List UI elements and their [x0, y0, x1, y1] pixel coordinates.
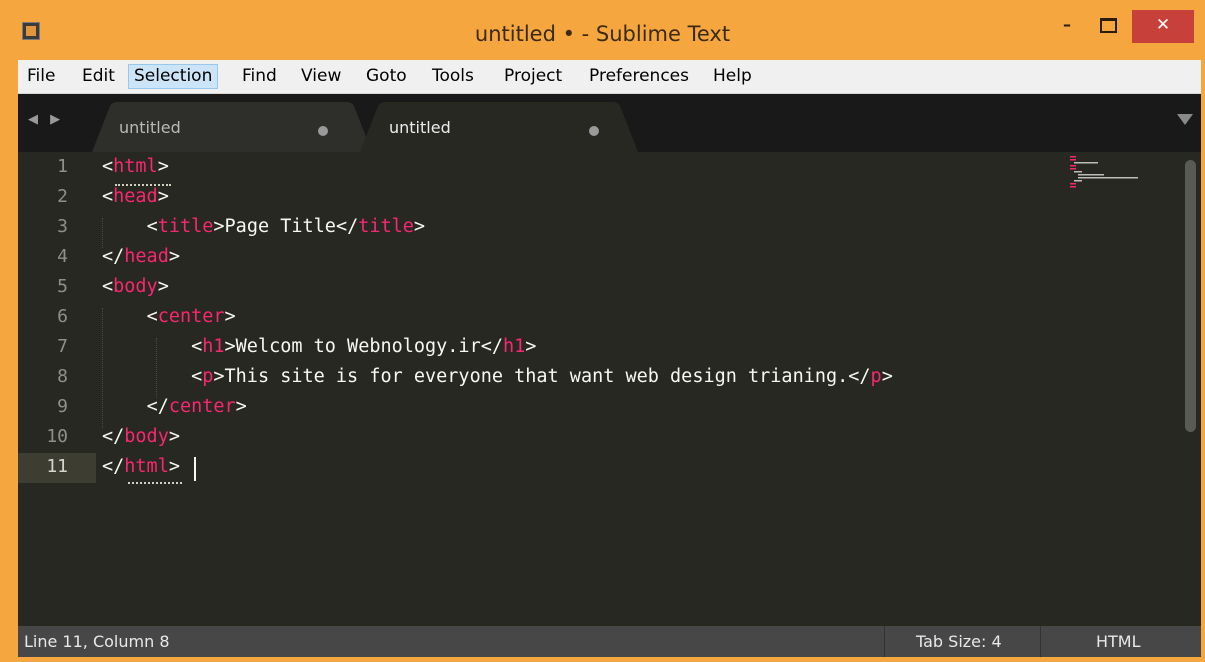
tab-list-chevron-down-icon[interactable]: [1177, 114, 1193, 125]
minimap[interactable]: [1068, 155, 1178, 195]
title-bar[interactable]: untitled • - Sublime Text – ✕: [0, 0, 1205, 60]
line-number: 8: [57, 366, 68, 387]
maximize-icon: [1099, 18, 1117, 33]
sublime-window: untitled • - Sublime Text – ✕ File Edit …: [0, 0, 1205, 662]
menu-bar: File Edit Selection Find View Goto Tools…: [18, 60, 1201, 94]
line-number: 9: [57, 396, 68, 417]
line-number: 11: [46, 456, 68, 477]
code-line[interactable]: <html>: [102, 156, 169, 177]
minimize-button[interactable]: –: [1048, 10, 1086, 43]
syntax-selector[interactable]: HTML: [1096, 632, 1141, 651]
bracket-match-underline: [128, 482, 182, 484]
text-cursor: [194, 457, 196, 481]
line-number: 2: [57, 186, 68, 207]
bracket-match-underline: [115, 184, 171, 186]
menu-find[interactable]: Find: [237, 64, 282, 89]
window-title: untitled • - Sublime Text: [474, 22, 731, 46]
code-line[interactable]: <title>Page Title</title>: [102, 216, 426, 237]
tab-nav-arrows-icon[interactable]: ◀ ▶: [28, 112, 64, 127]
tab-untitled-1[interactable]: untitled: [92, 102, 372, 152]
code-line[interactable]: </head>: [102, 246, 180, 267]
maximize-button[interactable]: [1088, 10, 1128, 43]
dirty-dot-icon[interactable]: [589, 126, 599, 136]
menu-goto[interactable]: Goto: [361, 64, 412, 89]
menu-view[interactable]: View: [296, 64, 346, 89]
tab-label: untitled: [389, 118, 451, 137]
menu-help[interactable]: Help: [708, 64, 757, 89]
line-number: 10: [46, 426, 68, 447]
code-line[interactable]: </body>: [102, 426, 180, 447]
code-line[interactable]: <center>: [102, 306, 236, 327]
status-divider: [884, 626, 885, 657]
code-line[interactable]: <p>This site is for everyone that want w…: [102, 366, 893, 387]
status-bar: Line 11, Column 8 Tab Size: 4 HTML: [18, 626, 1201, 657]
dirty-dot-icon[interactable]: [318, 126, 328, 136]
code-line[interactable]: </html>: [102, 456, 180, 477]
code-line[interactable]: <head>: [102, 186, 169, 207]
menu-preferences[interactable]: Preferences: [584, 64, 694, 89]
line-number: 6: [57, 306, 68, 327]
close-button[interactable]: ✕: [1132, 10, 1194, 43]
scrollbar-thumb[interactable]: [1185, 160, 1196, 432]
code-line[interactable]: </center>: [102, 396, 247, 417]
code-editor[interactable]: 1 2 3 4 5 6 7 8 9 10 11 <html> <head> <title>Page T…: [18, 152, 1201, 626]
menu-file[interactable]: File: [22, 64, 60, 89]
line-number: 3: [57, 216, 68, 237]
line-number: 4: [57, 246, 68, 267]
line-number: 7: [57, 336, 68, 357]
menu-edit[interactable]: Edit: [77, 64, 120, 89]
cursor-position: Line 11, Column 8: [24, 632, 170, 651]
tab-bar: ◀ ▶ untitled untitled: [18, 94, 1201, 152]
menu-project[interactable]: Project: [499, 64, 567, 89]
tab-untitled-2[interactable]: untitled: [360, 102, 638, 152]
menu-tools[interactable]: Tools: [427, 64, 479, 89]
tab-size-selector[interactable]: Tab Size: 4: [916, 632, 1002, 651]
code-line[interactable]: <body>: [102, 276, 169, 297]
code-line[interactable]: <h1>Welcom to Webnology.ir</h1>: [102, 336, 536, 357]
menu-selection[interactable]: Selection: [128, 64, 219, 89]
vertical-scrollbar[interactable]: [1180, 152, 1201, 626]
line-number: 5: [57, 276, 68, 297]
line-number: 1: [57, 156, 68, 177]
status-divider: [1040, 626, 1041, 657]
line-gutter: 1 2 3 4 5 6 7 8 9 10 11: [18, 152, 83, 626]
tab-label: untitled: [119, 118, 181, 137]
